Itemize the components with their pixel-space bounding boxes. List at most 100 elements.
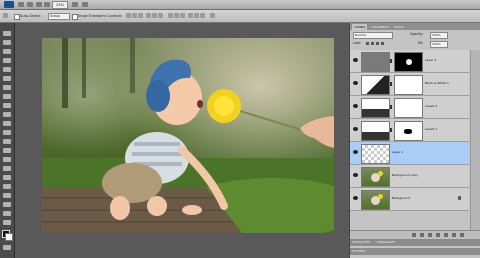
healing-tool-icon[interactable] bbox=[3, 85, 11, 90]
layer-mask-thumbnail[interactable] bbox=[394, 52, 423, 72]
background-color-swatch[interactable] bbox=[5, 233, 13, 241]
delete-layer-icon[interactable] bbox=[460, 233, 464, 237]
transparent-layer-thumbnail bbox=[361, 144, 390, 164]
layer-row-levels-1[interactable]: Levels 1 bbox=[350, 119, 469, 142]
layer-name: Layer 1 bbox=[392, 150, 404, 154]
3d-orbit-tool-icon[interactable] bbox=[3, 202, 11, 207]
tab-actions[interactable]: ACTIONS bbox=[352, 249, 365, 253]
distribute-right-icon[interactable] bbox=[200, 13, 205, 18]
quick-select-tool-icon[interactable] bbox=[3, 58, 11, 63]
pen-tool-icon[interactable] bbox=[3, 157, 11, 162]
move-tool-icon[interactable] bbox=[3, 31, 11, 36]
visibility-eye-icon[interactable] bbox=[353, 173, 358, 177]
tab-layers[interactable]: LAYERS bbox=[352, 24, 368, 30]
tab-character[interactable]: CHARACTER bbox=[352, 240, 370, 244]
crop-tool-icon[interactable] bbox=[3, 67, 11, 72]
lock-pixels-icon[interactable] bbox=[371, 42, 374, 45]
layers-scrollbar[interactable] bbox=[470, 50, 480, 230]
mini-bridge-icon[interactable] bbox=[27, 2, 33, 7]
layer-row-black-white-1[interactable]: Black & White 1 bbox=[350, 73, 469, 96]
visibility-eye-icon[interactable] bbox=[353, 58, 358, 62]
layer-row-background[interactable]: Background bbox=[350, 188, 469, 211]
layer-row-layer-1[interactable]: Layer 1 bbox=[350, 142, 469, 165]
lasso-tool-icon[interactable] bbox=[3, 49, 11, 54]
adjustment-thumbnail-icon bbox=[361, 75, 390, 95]
clone-stamp-tool-icon[interactable] bbox=[3, 103, 11, 108]
distribute-top-icon[interactable] bbox=[168, 13, 173, 18]
align-center-icon[interactable] bbox=[152, 13, 157, 18]
lock-position-icon[interactable] bbox=[376, 42, 379, 45]
tab-paths[interactable]: PATHS bbox=[392, 24, 405, 30]
layer-row-levels-2[interactable]: Levels 2 bbox=[350, 96, 469, 119]
visibility-eye-icon[interactable] bbox=[353, 81, 358, 85]
blend-mode-dropdown[interactable]: Normal bbox=[353, 32, 393, 39]
distribute-center-icon[interactable] bbox=[194, 13, 199, 18]
layer-mask-thumbnail[interactable] bbox=[394, 75, 423, 95]
layer-row-background-copy[interactable]: Background copy bbox=[350, 165, 469, 188]
zoom-tool-icon[interactable] bbox=[3, 220, 11, 225]
auto-align-layers-icon[interactable] bbox=[210, 13, 215, 18]
bridge-icon[interactable] bbox=[18, 2, 24, 7]
align-top-icon[interactable] bbox=[126, 13, 131, 18]
add-mask-icon[interactable] bbox=[428, 233, 432, 237]
quick-mask-icon[interactable] bbox=[3, 245, 11, 250]
blur-tool-icon[interactable] bbox=[3, 139, 11, 144]
hand-tool-icon[interactable] bbox=[3, 211, 11, 216]
hand-icon[interactable] bbox=[44, 2, 50, 7]
view-extras-icon[interactable] bbox=[36, 2, 42, 7]
shape-tool-icon[interactable] bbox=[3, 184, 11, 189]
visibility-eye-icon[interactable] bbox=[353, 104, 358, 108]
dodge-tool-icon[interactable] bbox=[3, 148, 11, 153]
distribute-middle-icon[interactable] bbox=[174, 13, 179, 18]
link-layers-icon[interactable] bbox=[412, 233, 416, 237]
layer-thumbnail bbox=[361, 52, 390, 72]
3d-rotate-tool-icon[interactable] bbox=[3, 193, 11, 198]
marquee-tool-icon[interactable] bbox=[3, 40, 11, 45]
visibility-eye-icon[interactable] bbox=[353, 150, 358, 154]
photo-baby-with-flower bbox=[42, 38, 334, 233]
distribute-left-icon[interactable] bbox=[188, 13, 193, 18]
mask-link-icon[interactable] bbox=[390, 128, 392, 132]
visibility-eye-icon[interactable] bbox=[353, 196, 358, 200]
tab-channels[interactable]: CHANNELS bbox=[370, 24, 390, 30]
path-select-tool-icon[interactable] bbox=[3, 175, 11, 180]
layers-panel: LAYERS CHANNELS PATHS Normal Opacity: 10… bbox=[349, 23, 480, 258]
new-layer-icon[interactable] bbox=[452, 233, 456, 237]
mask-link-icon[interactable] bbox=[390, 105, 392, 109]
actions-tab-bar: ACTIONS bbox=[350, 248, 480, 255]
screen-mode-icon[interactable] bbox=[82, 2, 88, 7]
new-group-icon[interactable] bbox=[444, 233, 448, 237]
fill-field[interactable]: 100% bbox=[430, 41, 448, 48]
distribute-bottom-icon[interactable] bbox=[180, 13, 185, 18]
layer-row-layer-2[interactable]: Layer 2 bbox=[350, 50, 469, 73]
document-image[interactable] bbox=[42, 38, 334, 233]
gradient-tool-icon[interactable] bbox=[3, 130, 11, 135]
history-brush-tool-icon[interactable] bbox=[3, 112, 11, 117]
lock-transparency-icon[interactable] bbox=[366, 42, 369, 45]
mask-link-icon[interactable] bbox=[390, 59, 392, 63]
mask-link-icon[interactable] bbox=[390, 82, 392, 86]
align-right-icon[interactable] bbox=[158, 13, 163, 18]
photoshop-logo-icon[interactable] bbox=[4, 1, 14, 8]
auto-select-dropdown[interactable]: Group bbox=[48, 13, 70, 20]
opacity-field[interactable]: 100% bbox=[430, 32, 448, 39]
eyedropper-tool-icon[interactable] bbox=[3, 76, 11, 81]
lock-icon bbox=[458, 196, 461, 200]
eraser-tool-icon[interactable] bbox=[3, 121, 11, 126]
options-bar: Auto-Select: Group Show Transform Contro… bbox=[0, 10, 480, 23]
layer-mask-thumbnail[interactable] bbox=[394, 121, 423, 141]
type-tool-icon[interactable] bbox=[3, 166, 11, 171]
align-middle-icon[interactable] bbox=[132, 13, 137, 18]
visibility-eye-icon[interactable] bbox=[353, 127, 358, 131]
tab-paragraph[interactable]: PARAGRAPH bbox=[377, 240, 395, 244]
align-left-icon[interactable] bbox=[146, 13, 151, 18]
layer-style-icon[interactable] bbox=[420, 233, 424, 237]
brush-tool-icon[interactable] bbox=[3, 94, 11, 99]
arrange-documents-icon[interactable] bbox=[72, 2, 78, 7]
adjustment-layer-icon[interactable] bbox=[436, 233, 440, 237]
lock-all-icon[interactable] bbox=[381, 42, 384, 45]
align-bottom-icon[interactable] bbox=[138, 13, 143, 18]
move-tool-preset-icon[interactable] bbox=[3, 13, 8, 18]
layer-mask-thumbnail[interactable] bbox=[394, 98, 423, 118]
zoom-level-select[interactable]: 25% bbox=[52, 1, 68, 9]
